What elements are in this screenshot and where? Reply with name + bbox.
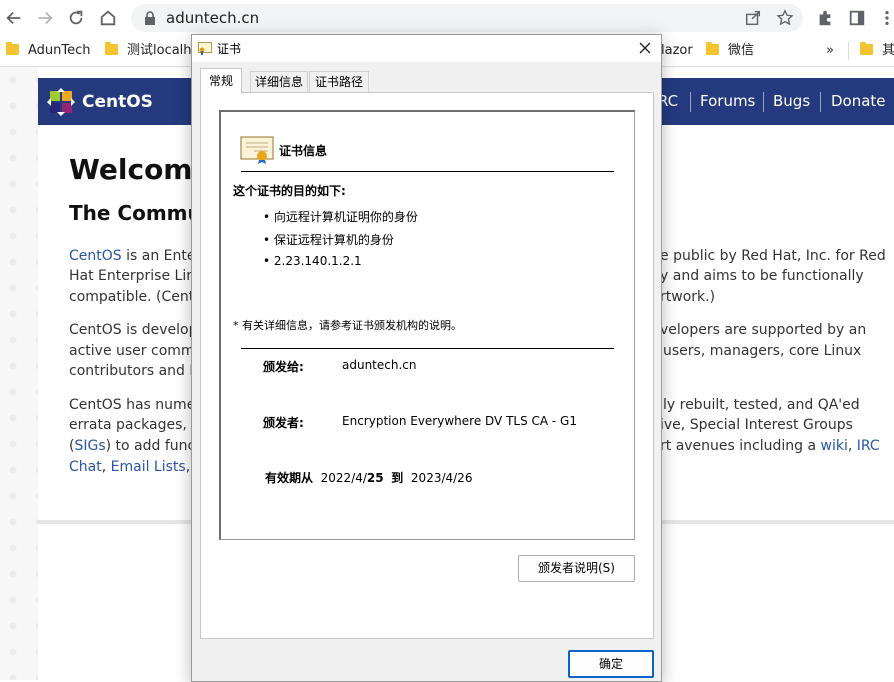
purpose-label: 这个证书的目的如下: bbox=[233, 184, 346, 198]
ok-button[interactable]: 确定 bbox=[568, 650, 654, 678]
paragraph-line: errata packages, ar bbox=[69, 417, 206, 433]
certificate-icon bbox=[240, 136, 274, 164]
paragraph-line: CentOS is an Enter bbox=[69, 248, 202, 264]
lock-icon[interactable] bbox=[143, 10, 157, 26]
folder-icon bbox=[860, 42, 873, 55]
certificate-small-icon bbox=[198, 42, 212, 55]
page-subheading: The Commu bbox=[69, 201, 202, 225]
irc-link[interactable]: IRC bbox=[857, 438, 880, 454]
paragraph-line: (SIGs) to add funct bbox=[69, 438, 201, 454]
issued-to-value: aduntech.cn bbox=[342, 358, 417, 372]
back-arrow-icon[interactable] bbox=[3, 7, 25, 29]
paragraph-line: contributors and Li bbox=[69, 363, 202, 379]
centos-link[interactable]: CentOS bbox=[69, 248, 122, 264]
purpose-item: • 2.23.140.1.2.1 bbox=[263, 254, 362, 268]
tab-panel: 证书信息 这个证书的目的如下: • 向远程计算机证明你的身份 • 保证远程计算机… bbox=[200, 92, 654, 639]
issued-by-value: Encryption Everywhere DV TLS CA - G1 bbox=[342, 414, 577, 428]
menu-dots-icon[interactable] bbox=[876, 7, 894, 29]
dialog-titlebar[interactable]: 证书 bbox=[192, 35, 661, 62]
email-lists-link[interactable]: Email Lists bbox=[111, 459, 186, 475]
extensions-puzzle-icon[interactable] bbox=[814, 7, 836, 29]
address-bar[interactable]: aduntech.cn bbox=[131, 4, 803, 32]
issued-to-label: 颁发给: bbox=[263, 360, 304, 374]
certificate-dialog: 证书 常规 详细信息 证书路径 证书信息 这个证书的目的如下: • 向远程计算机… bbox=[191, 34, 662, 682]
paragraph-line: Hat Enterprise Linu bbox=[69, 268, 204, 284]
paragraph-line: velopers are supported by an bbox=[660, 322, 867, 338]
bookmarks-overflow-chevron[interactable]: » bbox=[826, 42, 834, 60]
nav-bugs[interactable]: Bugs bbox=[773, 92, 810, 110]
bookmark-folder[interactable]: AdunTech bbox=[6, 42, 91, 60]
home-icon[interactable] bbox=[97, 7, 119, 29]
forward-arrow-icon[interactable] bbox=[34, 7, 56, 29]
paragraph-line: users, managers, core Linux bbox=[663, 343, 862, 359]
divider-line bbox=[241, 171, 614, 172]
nav-forums[interactable]: Forums bbox=[700, 92, 755, 110]
purpose-item: • 保证远程计算机的身份 bbox=[263, 233, 394, 247]
bookmark-folder[interactable]: 测试localho bbox=[105, 42, 199, 60]
dialog-title: 证书 bbox=[217, 42, 242, 56]
paragraph-line: Chat, Email Lists, Fo bbox=[69, 457, 211, 477]
nav-separator bbox=[763, 92, 764, 112]
cert-info-frame: 证书信息 这个证书的目的如下: • 向远程计算机证明你的身份 • 保证远程计算机… bbox=[219, 110, 635, 540]
bookmark-item[interactable]: lazor bbox=[661, 42, 693, 60]
browser-toolbar: aduntech.cn bbox=[0, 0, 894, 36]
chat-link[interactable]: Chat bbox=[69, 459, 102, 475]
wiki-link[interactable]: wiki bbox=[821, 438, 848, 454]
divider-line bbox=[241, 348, 614, 349]
nav-separator bbox=[820, 92, 821, 112]
validity-period: 有效期从 2022/4/25 到 2023/4/26 bbox=[265, 471, 473, 485]
bookmark-folder[interactable]: 微信 bbox=[706, 42, 754, 60]
nav-separator bbox=[690, 92, 691, 112]
paragraph-line: ive, Special Interest Groups bbox=[660, 417, 853, 433]
bookmark-folder[interactable]: 其 bbox=[860, 42, 894, 60]
url-text[interactable]: aduntech.cn bbox=[166, 8, 259, 28]
tab-general[interactable]: 常规 bbox=[200, 68, 242, 94]
tab-details[interactable]: 详细信息 bbox=[250, 71, 308, 93]
folder-icon bbox=[706, 42, 719, 55]
cert-info-heading: 证书信息 bbox=[279, 144, 328, 158]
bookmarks-divider bbox=[848, 42, 849, 60]
paragraph-line: CentOS is develope bbox=[69, 322, 207, 338]
tab-cert-path[interactable]: 证书路径 bbox=[309, 71, 369, 93]
star-icon[interactable] bbox=[774, 7, 796, 29]
centos-logo-text[interactable]: CentOS bbox=[82, 92, 153, 112]
centos-logo-icon[interactable] bbox=[46, 87, 76, 117]
issuer-statement-button[interactable]: 颁发者说明(S) bbox=[518, 555, 635, 582]
folder-icon bbox=[6, 42, 19, 55]
paragraph-line: rt avenues including a wiki, IRC bbox=[660, 438, 880, 454]
paragraph-line: rtwork.) bbox=[660, 289, 716, 305]
paragraph-line: active user commu bbox=[69, 343, 204, 359]
cert-note: * 有关详细信息，请参考证书颁发机构的说明。 bbox=[233, 319, 462, 332]
paragraph-line: e public by Red Hat, Inc. for Red bbox=[660, 248, 886, 264]
purpose-item: • 向远程计算机证明你的身份 bbox=[263, 210, 418, 224]
close-icon[interactable] bbox=[636, 39, 654, 57]
paragraph-line: compatible. (CentC bbox=[69, 289, 205, 305]
paragraph-line: CentOS has numer bbox=[69, 397, 202, 413]
folder-icon bbox=[105, 42, 118, 55]
issued-by-label: 颁发者: bbox=[263, 416, 304, 430]
nav-donate[interactable]: Donate bbox=[831, 92, 886, 110]
background-pattern bbox=[0, 67, 38, 680]
share-icon[interactable] bbox=[742, 7, 764, 29]
reload-icon[interactable] bbox=[65, 7, 87, 29]
sigs-link[interactable]: SIGs bbox=[74, 438, 105, 454]
paragraph-line: y and aims to be functionally bbox=[660, 268, 864, 284]
paragraph-line: ly rebuilt, tested, and QA'ed bbox=[663, 397, 860, 413]
side-panel-icon[interactable] bbox=[846, 7, 868, 29]
